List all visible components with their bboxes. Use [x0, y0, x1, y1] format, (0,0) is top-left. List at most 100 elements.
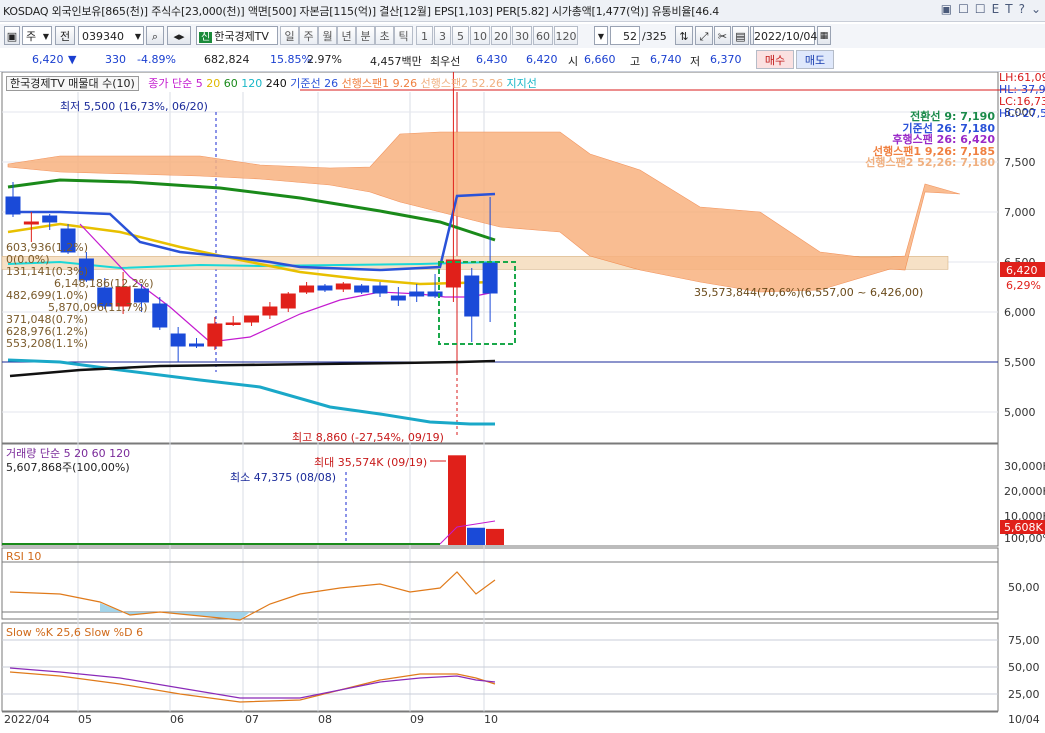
volume-bar: [448, 455, 466, 545]
period-year[interactable]: 년: [337, 26, 356, 45]
interval-3[interactable]: 3: [434, 26, 451, 45]
price-legend-title[interactable]: 한국경제TV 매물대 수(10): [6, 76, 139, 91]
interval-10[interactable]: 10: [470, 26, 490, 45]
candle-type-icon[interactable]: ⇅: [675, 26, 693, 45]
candle: [317, 284, 333, 292]
extreme-label: HL:-37,9: [999, 84, 1045, 96]
price-legend-item[interactable]: 240: [266, 77, 291, 90]
period-day[interactable]: 일: [280, 26, 299, 45]
price-legend-item[interactable]: 선행스팬1 9.26: [342, 77, 421, 90]
stock-name-field[interactable]: 신 한국경제TV: [196, 26, 278, 45]
chevron-down-icon[interactable]: ⌄: [1031, 2, 1041, 16]
interval-120[interactable]: 120: [554, 26, 578, 45]
candle-body: [317, 285, 333, 291]
trade-amount: 4,457백만: [370, 55, 422, 68]
stock-info-text: KOSDAQ 외국인보유[865(천)] 주식수[23,000(천)] 액면[5…: [3, 5, 720, 18]
unit-select[interactable]: 주 ▼: [22, 26, 52, 45]
volume-current-tag-text: 5,608K: [1004, 521, 1043, 534]
candle: [225, 316, 241, 326]
x-axis-label: 08: [318, 713, 332, 726]
volume-min-annotation: 최소 47,375 (08/08): [230, 471, 337, 484]
candle-body: [207, 323, 223, 347]
y-tick-label: 5,500: [1004, 356, 1036, 369]
candle: [262, 302, 278, 319]
interval-30[interactable]: 30: [512, 26, 532, 45]
help-icon[interactable]: ?: [1019, 2, 1025, 16]
price-legend-item[interactable]: 60: [224, 77, 242, 90]
y-tick-label: 7,000: [1004, 206, 1036, 219]
low-label: 저: [690, 55, 701, 68]
count-input[interactable]: 52: [610, 26, 640, 45]
restore-icon[interactable]: ☐: [958, 2, 969, 16]
candle: [464, 268, 480, 342]
screen-toggle-button[interactable]: ▣: [4, 26, 20, 45]
change-arrow: ▼: [68, 53, 77, 66]
period-month[interactable]: 월: [318, 26, 337, 45]
interval-1[interactable]: 1: [416, 26, 433, 45]
interval-60[interactable]: 60: [533, 26, 553, 45]
ichimoku-value: 후행스팬 26: 6,420: [892, 133, 995, 146]
price-legend-items: 종가 단순 5 20 60 120 240 기준선 26 선행스팬1 9.26 …: [148, 77, 537, 90]
candle-body: [152, 303, 168, 328]
text-icon[interactable]: T: [1005, 2, 1012, 16]
stoch-y-tick: 50,00: [1008, 661, 1040, 674]
low-annotation: 최저 5,500 (16,73%, 06/20): [60, 100, 208, 113]
price-legend-item[interactable]: 기준선 26: [290, 77, 341, 90]
candle: [280, 292, 296, 312]
price-legend-item[interactable]: 지지선: [507, 77, 537, 90]
period-tick[interactable]: 틱: [394, 26, 413, 45]
date-input[interactable]: 2022/10/04: [753, 26, 817, 45]
candle: [207, 317, 223, 350]
layout-icon[interactable]: ▣: [941, 2, 952, 16]
search-icon[interactable]: ⌕: [146, 26, 164, 45]
stock-code-input[interactable]: 039340 ▼: [78, 26, 144, 45]
stock-chart-svg[interactable]: 8,0007,5007,0006,5006,0005,5005,0006,420…: [0, 72, 1045, 733]
change-percent: -4.89%: [137, 53, 176, 66]
interval-5[interactable]: 5: [452, 26, 469, 45]
candle: [152, 297, 168, 330]
volume-bar: [486, 528, 504, 545]
candle-body: [335, 283, 351, 290]
price-legend-item[interactable]: 120: [241, 77, 266, 90]
priority-label: 최우선: [430, 55, 461, 68]
interval-20[interactable]: 20: [491, 26, 511, 45]
candle-body: [23, 221, 39, 225]
current-price: 6,420: [32, 53, 64, 66]
volume-max-annotation: 최대 35,574K (09/19): [314, 456, 428, 469]
chart-area[interactable]: 8,0007,5007,0006,5006,0005,5005,0006,420…: [0, 72, 1045, 733]
high-label: 고: [630, 55, 641, 68]
sound-icon[interactable]: ◂▸: [167, 26, 191, 45]
stoch-y-tick: 25,00: [1008, 688, 1040, 701]
prev-button[interactable]: 전: [55, 26, 75, 45]
price-legend-item[interactable]: 20: [206, 77, 224, 90]
save-icon[interactable]: ▤: [732, 26, 749, 45]
window-controls: ▣ ☐ ☐ E T ? ⌄: [941, 2, 1041, 16]
draw-icon[interactable]: ⤢: [695, 26, 713, 45]
candle-body: [225, 322, 241, 325]
sell-button[interactable]: 매도: [796, 50, 834, 69]
buy-button[interactable]: 매수: [756, 50, 794, 69]
price-legend-item[interactable]: 종가 단순 5: [148, 77, 206, 90]
calendar-icon[interactable]: ▦: [817, 26, 831, 45]
candle: [354, 284, 370, 294]
stoch-legend: Slow %K 25,6 Slow %D 6: [6, 626, 144, 639]
candle-body: [482, 262, 498, 294]
rsi-legend: RSI 10: [6, 550, 42, 563]
period-week[interactable]: 주: [299, 26, 318, 45]
candle-body: [354, 285, 370, 293]
period-minute[interactable]: 분: [356, 26, 375, 45]
candle-body: [170, 333, 186, 347]
price-legend-item[interactable]: 선행스팬2 52.26: [421, 77, 507, 90]
candle-body: [244, 315, 260, 323]
period-second[interactable]: 초: [375, 26, 394, 45]
ichimoku-values: 전환선 9: 7,190 기준선 26: 7,180 후행스팬 26: 6,420 선…: [865, 111, 995, 169]
export-icon[interactable]: E: [992, 2, 1000, 16]
interval-dropdown[interactable]: ▼: [594, 26, 608, 45]
candle-body: [42, 215, 58, 223]
low-price: 6,370: [710, 53, 742, 66]
candle-body: [5, 196, 21, 215]
stoch-y-tick: 75,00: [1008, 634, 1040, 647]
scissors-icon[interactable]: ✂: [714, 26, 731, 45]
window-icon[interactable]: ☐: [975, 2, 986, 16]
candle: [335, 282, 351, 292]
